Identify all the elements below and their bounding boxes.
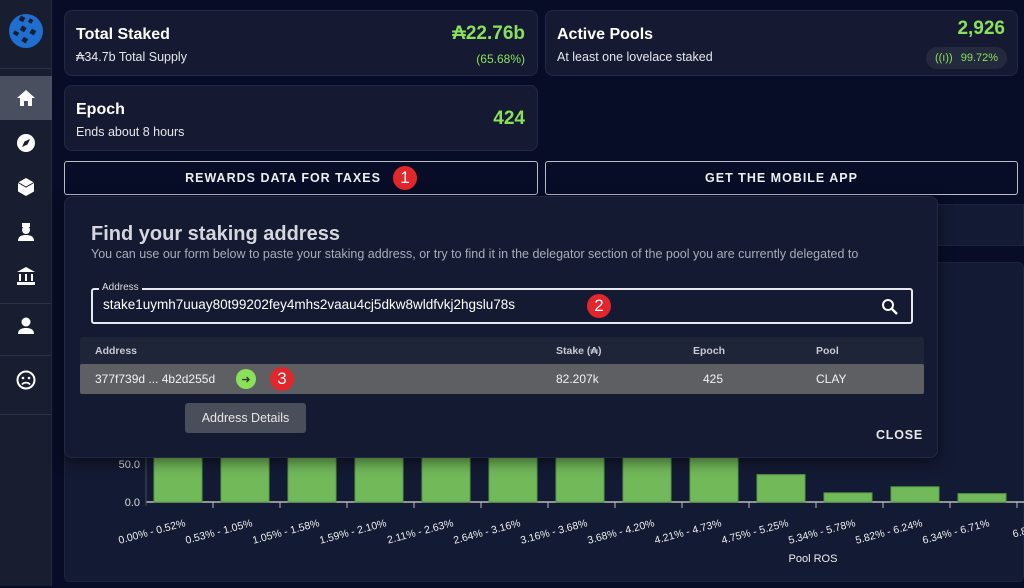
x-tick-label: 5.82% - 6.24%: [854, 517, 924, 546]
card-subtitle: Ends about 8 hours: [76, 125, 185, 139]
x-axis-title: Pool ROS: [789, 553, 838, 565]
marker-3: 3: [270, 367, 294, 391]
x-tick-label: 0.53% - 1.05%: [184, 517, 254, 546]
button-label: REWARDS DATA FOR TAXES: [185, 171, 381, 185]
total-staked-value: ₳22.76b: [452, 23, 525, 44]
arrow-right-icon[interactable]: ➜: [236, 369, 256, 389]
total-staked-card: Total Staked ₳34.7b Total Supply ₳22.76b…: [64, 10, 538, 76]
sidebar-item-home[interactable]: [0, 76, 52, 120]
row-epoch: 425: [703, 372, 724, 386]
x-tick-label: 0.00% - 0.52%: [117, 517, 187, 546]
row-stake: 82.207k: [556, 372, 599, 386]
sidebar: [0, 0, 52, 586]
y-tick-label: 50.0: [119, 459, 140, 471]
sidebar-item-pools[interactable]: [0, 210, 52, 254]
mobile-app-button[interactable]: GET THE MOBILE APP: [545, 161, 1018, 195]
x-tick-label: 4.21% - 4.73%: [653, 517, 723, 546]
x-tick-label: 5.34% - 5.78%: [787, 517, 857, 546]
rewards-data-button[interactable]: REWARDS DATA FOR TAXES 1: [64, 161, 538, 195]
home-icon: [17, 90, 35, 106]
total-staked-percent: (65.68%): [476, 52, 525, 66]
epoch-value: 424: [493, 108, 525, 129]
x-tick-label: 6.86% - 7: [1011, 517, 1024, 540]
sad-face-icon: [16, 370, 36, 390]
marker-1: 1: [392, 166, 417, 190]
operator-icon: [18, 223, 34, 241]
col-pool: Pool: [816, 344, 839, 357]
x-tick-label: 1.05% - 1.58%: [251, 517, 321, 546]
sidebar-item-governance[interactable]: [0, 254, 52, 298]
address-field[interactable]: Address 2: [91, 282, 913, 324]
row-address[interactable]: 377f739d ... 4b2d255d: [95, 372, 215, 386]
cube-icon: [17, 178, 35, 196]
logo-globe-icon[interactable]: [8, 12, 44, 50]
dialog-subtitle: You can use our form below to paste your…: [91, 247, 859, 261]
person-icon: [18, 317, 34, 334]
button-label: GET THE MOBILE APP: [705, 171, 858, 185]
y-tick-label: 0.0: [125, 497, 140, 509]
card-title: Active Pools: [557, 26, 654, 43]
card-subtitle: ₳34.7b Total Supply: [76, 50, 187, 64]
search-icon[interactable]: [881, 298, 899, 316]
antenna-icon: ((ı)): [934, 52, 953, 64]
marker-2: 2: [587, 294, 611, 318]
compass-icon: [17, 134, 35, 152]
bar: [823, 492, 873, 503]
x-tick-label: 3.16% - 3.68%: [519, 517, 589, 546]
field-label: Address: [99, 282, 142, 293]
card-title: Epoch: [76, 101, 125, 118]
dialog-title: Find your staking address: [91, 223, 340, 245]
active-pools-card: Active Pools At least one lovelace stake…: [545, 10, 1018, 76]
address-input[interactable]: [103, 297, 803, 312]
find-staking-address-dialog: Find your staking address You can use ou…: [64, 196, 938, 458]
card-subtitle: At least one lovelace staked: [557, 50, 713, 64]
divider: [0, 355, 52, 356]
card-title: Total Staked: [76, 26, 170, 43]
col-address: Address: [95, 344, 138, 357]
bar: [957, 493, 1007, 503]
bar: [756, 474, 806, 503]
row-pool: CLAY: [816, 372, 847, 386]
active-pools-value: 2,926: [957, 18, 1005, 39]
address-details-tooltip: Address Details: [185, 403, 306, 433]
sidebar-item-explore[interactable]: [0, 121, 52, 165]
x-tick-label: 1.59% - 2.10%: [318, 517, 388, 546]
divider: [0, 414, 52, 415]
bar: [890, 486, 940, 503]
x-tick-label: 2.11% - 2.63%: [386, 517, 455, 546]
sidebar-item-account[interactable]: [0, 304, 52, 348]
epoch-card: Epoch Ends about 8 hours 424: [64, 85, 538, 151]
sidebar-item-feedback[interactable]: [0, 358, 52, 402]
x-tick-label: 2.64% - 3.16%: [452, 517, 522, 546]
col-epoch: Epoch: [693, 344, 726, 357]
saturation-chip: ((ı)) 99.72%: [926, 47, 1007, 69]
x-tick-label: 3.68% - 4.20%: [586, 517, 656, 546]
x-tick-label: 6.34% - 6.71%: [921, 517, 991, 546]
active-pools-percent: 99.72%: [960, 52, 999, 64]
table-header: Address Stake (₳) Epoch Pool: [80, 337, 924, 364]
x-tick-label: 4.75% - 5.25%: [720, 517, 790, 546]
sidebar-item-blocks[interactable]: [0, 165, 52, 209]
results-table: Address Stake (₳) Epoch Pool 377f739d ..…: [80, 337, 924, 394]
col-stake: Stake (₳): [556, 344, 602, 357]
close-button[interactable]: CLOSE: [876, 428, 923, 442]
divider: [0, 68, 52, 69]
table-row[interactable]: 377f739d ... 4b2d255d ➜ 3 82.207k 425 CL…: [80, 364, 924, 394]
bank-icon: [17, 267, 35, 285]
